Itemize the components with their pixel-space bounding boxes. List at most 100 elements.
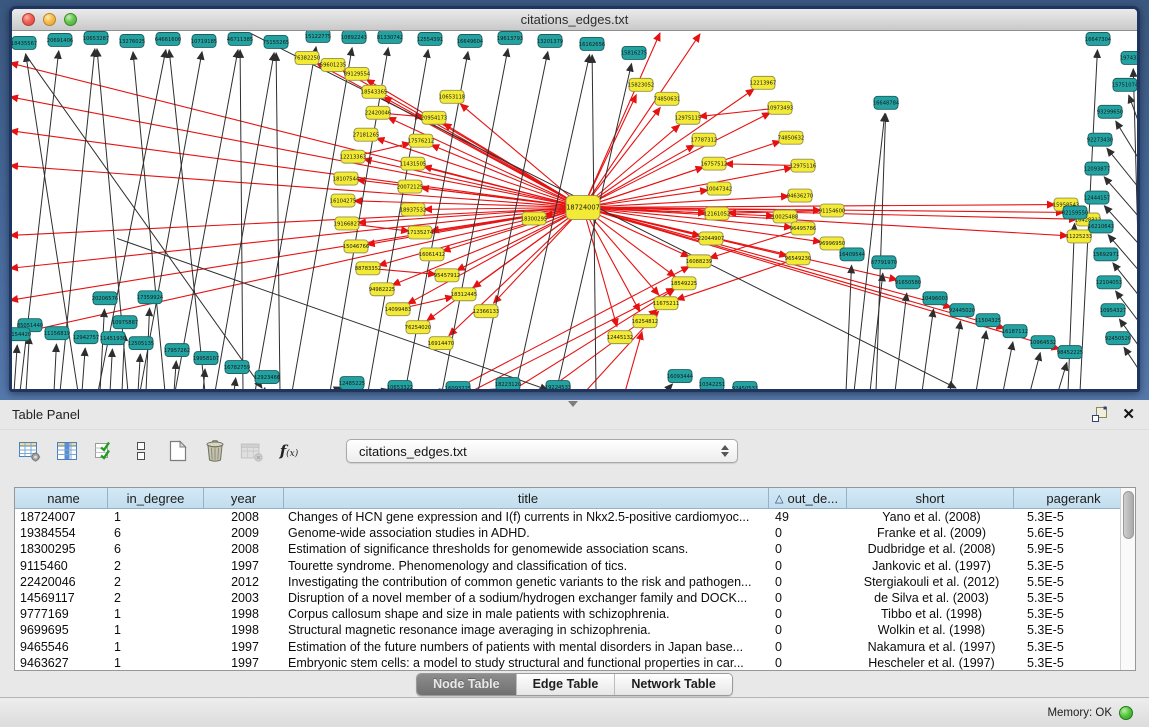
graph-node-label: 18107544: [333, 176, 360, 182]
stacked-rows-icon[interactable]: [129, 439, 153, 463]
graph-node-label: 93299650: [1097, 110, 1123, 116]
graph-node-label: 16649604: [457, 39, 484, 45]
cell-name: 9463627: [15, 656, 108, 670]
graph-node-label: 20072125: [397, 184, 423, 190]
graph-node-label: 16093444: [667, 374, 694, 380]
graph-node-label: 75155265: [263, 40, 289, 46]
cell-name: 22420046: [15, 575, 108, 589]
graph-node-label: 16104275: [330, 198, 356, 204]
column-header-short[interactable]: short: [847, 488, 1014, 508]
graph-edge: [12, 131, 583, 208]
graph-node-label: 20954173: [421, 116, 447, 122]
graph-node-label: 20206576: [92, 296, 118, 302]
graph-node-label: 10653322: [387, 385, 413, 389]
cell-out_degree: 0: [769, 640, 847, 654]
graph-node-label: 19166827: [334, 221, 360, 227]
column-header-pagerank[interactable]: pagerank: [1014, 488, 1120, 508]
tab-node-table[interactable]: Node Table: [417, 674, 515, 695]
graph-node-label: 11675211: [653, 301, 679, 307]
graph-edge: [1107, 148, 1137, 200]
column-header-year[interactable]: year: [204, 488, 284, 508]
function-builder-icon[interactable]: f(x): [277, 439, 301, 463]
graph-node-label: 12975116: [790, 163, 816, 169]
column-header-name[interactable]: name: [15, 488, 108, 508]
network-window-titlebar[interactable]: citations_edges.txt: [12, 9, 1137, 31]
select-columns-icon[interactable]: [55, 439, 79, 463]
graph-node-label: 11431505: [400, 161, 426, 167]
graph-node-label: 96549230: [785, 256, 811, 262]
citation-network-graph[interactable]: 1872400718435567206914061065328713276025…: [12, 31, 1137, 389]
table-row[interactable]: 2242004622012Investigating the contribut…: [15, 574, 1120, 590]
new-document-icon[interactable]: [166, 439, 190, 463]
graph-node-label: 92273430: [1087, 137, 1113, 143]
table-row[interactable]: 1830029562008Estimation of significance …: [15, 541, 1120, 557]
graph-node-label: 16093225: [445, 386, 471, 389]
cell-title: Structural magnetic resonance image aver…: [284, 623, 769, 637]
graph-node-label: 10954327: [1100, 308, 1126, 314]
graph-node-label: 95457912: [434, 273, 460, 279]
close-panel-icon[interactable]: ✕: [1122, 408, 1135, 422]
table-row[interactable]: 1456911722003Disruption of a novel membe…: [15, 590, 1120, 606]
graph-node-label: 16647304: [1085, 37, 1112, 43]
graph-node-label: 94982225: [369, 287, 395, 293]
graph-edge: [583, 208, 951, 308]
cell-year: 2003: [204, 591, 284, 605]
cell-pagerank: 5.6E-5: [1014, 526, 1120, 540]
graph-edge: [1003, 342, 1013, 389]
graph-nodes[interactable]: 1872400718435567206914061065328713276025…: [12, 31, 1137, 389]
graph-edge: [1116, 121, 1137, 175]
graph-node-label: 18543365: [361, 90, 387, 96]
table-row[interactable]: 977716911998Corpus callosum shape and si…: [15, 606, 1120, 622]
graph-edge: [583, 205, 1055, 208]
table-select-dropdown[interactable]: citations_edges.txt: [346, 439, 738, 463]
graph-node-label: 16088239: [686, 259, 712, 265]
graph-node-label: 12485225: [339, 381, 365, 387]
column-header-in_degree[interactable]: in_degree: [108, 488, 204, 508]
table-row[interactable]: 1872400712008Changes of HCN gene express…: [15, 509, 1120, 525]
cell-out_degree: 49: [769, 510, 847, 524]
graph-node-label: 19958107: [193, 356, 219, 362]
table-row[interactable]: 946554611997Estimation of the future num…: [15, 639, 1120, 655]
memory-ok-indicator[interactable]: [1119, 706, 1133, 720]
network-window: citations_edges.txt 18724007184355672069…: [9, 6, 1140, 392]
cell-name: 19384554: [15, 526, 108, 540]
tab-edge-table[interactable]: Edge Table: [516, 674, 615, 695]
cell-pagerank: 5.3E-5: [1014, 656, 1120, 670]
scrollbar-thumb[interactable]: [1123, 491, 1134, 539]
float-panel-icon[interactable]: [1091, 406, 1108, 423]
table-vertical-scrollbar[interactable]: [1120, 488, 1135, 670]
graph-node-label: 19613793: [497, 36, 523, 42]
network-canvas[interactable]: 1872400718435567206914061065328713276025…: [12, 31, 1137, 389]
close-window-button[interactable]: [22, 13, 35, 26]
cell-year: 2008: [204, 510, 284, 524]
graph-node-label: 89129554: [344, 72, 371, 78]
cell-out_degree: 0: [769, 623, 847, 637]
graph-edge: [12, 208, 583, 269]
graph-node-label: 17957262: [164, 348, 190, 354]
graph-node-label: 76254020: [405, 325, 431, 331]
graph-edge: [14, 345, 17, 389]
delete-trash-icon[interactable]: [203, 439, 227, 463]
table-row[interactable]: 946362711997Embryonic stem cells: a mode…: [15, 655, 1120, 670]
graph-node-label: 19224533: [545, 385, 571, 389]
cell-in_degree: 2: [108, 575, 204, 589]
table-row[interactable]: 911546021997Tourette syndrome. Phenomeno…: [15, 558, 1120, 574]
graph-node-label: 10892243: [341, 35, 367, 41]
tab-network-table[interactable]: Network Table: [614, 674, 732, 695]
graph-edge: [255, 47, 316, 389]
table-row[interactable]: 1938455462009Genome-wide association stu…: [15, 525, 1120, 541]
column-checklist-icon[interactable]: [92, 439, 116, 463]
column-header-title[interactable]: title: [284, 488, 769, 508]
column-header-out_degree[interactable]: △out_de...: [769, 488, 847, 508]
zoom-window-button[interactable]: [64, 13, 77, 26]
table-settings-icon[interactable]: [18, 439, 42, 463]
graph-node-label: 64661600: [155, 37, 181, 43]
minimize-window-button[interactable]: [43, 13, 56, 26]
graph-edge: [922, 309, 933, 389]
graph-edge: [583, 208, 897, 280]
graph-node-label: 15823052: [628, 83, 654, 89]
graph-node-label: 12942757: [73, 335, 99, 341]
graph-node-label: 92450533: [732, 386, 758, 389]
graph-node-label: 10025488: [772, 214, 798, 220]
table-row[interactable]: 969969511998Structural magnetic resonanc…: [15, 622, 1120, 638]
